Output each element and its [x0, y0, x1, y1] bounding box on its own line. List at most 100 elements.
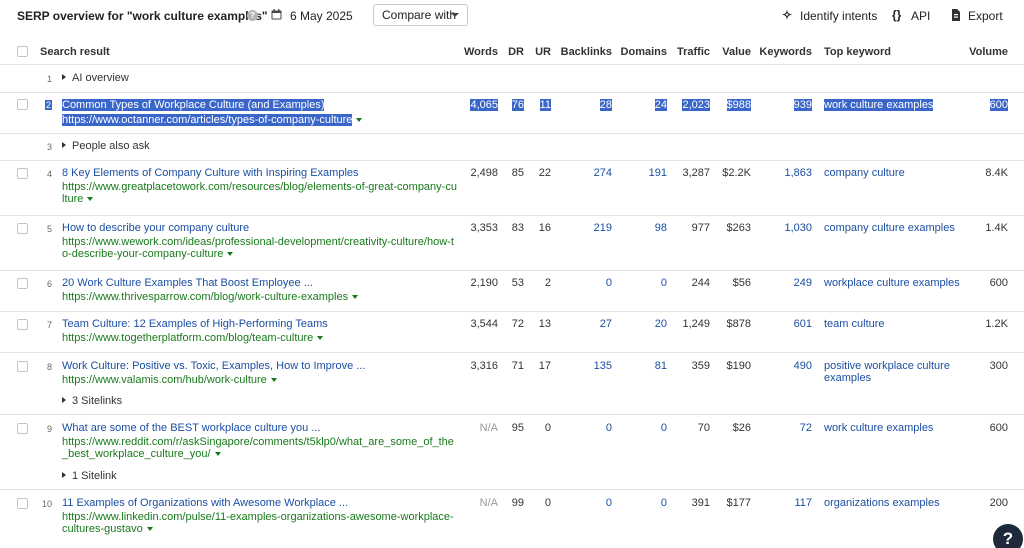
backlinks-link[interactable]: 0: [556, 277, 612, 289]
sitelinks-toggle[interactable]: 3 Sitelinks: [62, 395, 122, 407]
keywords-link[interactable]: 249: [754, 277, 812, 289]
volume-value: 1.4K: [985, 222, 1008, 234]
row-checkbox[interactable]: [17, 423, 28, 434]
url-dropdown-icon[interactable]: [87, 197, 94, 201]
top-keyword-link[interactable]: positive workplace culture examples: [824, 360, 950, 384]
column-traffic[interactable]: Traffic: [668, 46, 710, 58]
domains-link[interactable]: 0: [614, 422, 667, 434]
backlinks-link[interactable]: 28: [599, 99, 612, 111]
domains-link[interactable]: 20: [614, 318, 667, 330]
row-checkbox[interactable]: [17, 498, 28, 509]
url-dropdown-icon[interactable]: [352, 295, 359, 299]
result-url[interactable]: https://www.octanner.com/articles/types-…: [62, 114, 353, 126]
result-title[interactable]: Work Culture: Positive vs. Toxic, Exampl…: [62, 360, 365, 372]
top-keyword-link[interactable]: work culture examples: [824, 422, 933, 434]
top-keyword-link[interactable]: work culture examples: [824, 99, 934, 111]
chevron-down-icon: [451, 13, 459, 17]
result-url[interactable]: https://www.valamis.com/hub/work-culture: [62, 374, 277, 386]
api-icon: {}: [892, 8, 902, 22]
column-value[interactable]: Value: [712, 46, 751, 58]
result-title[interactable]: What are some of the BEST workplace cult…: [62, 422, 320, 434]
top-keyword-link[interactable]: workplace culture examples: [824, 277, 960, 289]
keywords-link[interactable]: 1,030: [754, 222, 812, 234]
traffic-value: 70: [697, 422, 710, 434]
row-checkbox[interactable]: [17, 361, 28, 372]
top-keyword-link[interactable]: company culture: [824, 167, 905, 179]
domains-link[interactable]: 81: [614, 360, 667, 372]
top-keyword-link[interactable]: organizations examples: [824, 497, 940, 509]
column-top-keyword[interactable]: Top keyword: [824, 46, 891, 58]
backlinks-link[interactable]: 219: [556, 222, 612, 234]
result-title[interactable]: Common Types of Workplace Culture (and E…: [62, 99, 325, 111]
sitelinks-toggle[interactable]: 1 Sitelink: [62, 470, 117, 482]
keywords-link[interactable]: 490: [754, 360, 812, 372]
keywords-link[interactable]: 72: [754, 422, 812, 434]
result-url[interactable]: https://www.linkedin.com/pulse/11-exampl…: [62, 511, 454, 535]
result-url[interactable]: https://www.thrivesparrow.com/blog/work-…: [62, 291, 359, 303]
result-url[interactable]: https://www.togetherplatform.com/blog/te…: [62, 332, 324, 344]
url-dropdown-icon[interactable]: [270, 378, 277, 382]
domains-link[interactable]: 24: [654, 99, 667, 111]
top-keyword-link[interactable]: company culture examples: [824, 222, 955, 234]
result-title[interactable]: 11 Examples of Organizations with Awesom…: [62, 497, 348, 509]
backlinks-link[interactable]: 0: [556, 422, 612, 434]
keywords-link[interactable]: 939: [793, 99, 812, 111]
keywords-link[interactable]: 1,863: [754, 167, 812, 179]
row-number: 2: [44, 100, 52, 110]
url-dropdown-icon[interactable]: [317, 336, 324, 340]
value-value: $56: [732, 277, 751, 289]
backlinks-link[interactable]: 274: [556, 167, 612, 179]
url-dropdown-icon[interactable]: [214, 452, 221, 456]
backlinks-link[interactable]: 27: [556, 318, 612, 330]
top-keyword-link[interactable]: team culture: [824, 318, 885, 330]
result-title[interactable]: Team Culture: 12 Examples of High-Perfor…: [62, 318, 328, 330]
table-row: 9 What are some of the BEST workplace cu…: [0, 415, 1024, 490]
result-url[interactable]: https://www.wework.com/ideas/professiona…: [62, 236, 454, 260]
row-checkbox[interactable]: [17, 168, 28, 179]
domains-wrap: 24: [614, 99, 667, 111]
people-also-ask-toggle[interactable]: People also ask: [62, 140, 150, 152]
column-ur[interactable]: UR: [527, 46, 551, 58]
result-title[interactable]: 20 Work Culture Examples That Boost Empl…: [62, 277, 313, 289]
url-dropdown-icon[interactable]: [227, 252, 234, 256]
column-words[interactable]: Words: [450, 46, 498, 58]
api-button[interactable]: API: [911, 9, 930, 23]
identify-intents-button[interactable]: Identify intents: [800, 9, 877, 23]
date-selector[interactable]: 6 May 2025: [290, 9, 353, 23]
compare-with-button[interactable]: Compare with: [373, 4, 468, 26]
domains-link[interactable]: 98: [614, 222, 667, 234]
row-checkbox[interactable]: [17, 319, 28, 330]
backlinks-link[interactable]: 0: [556, 497, 612, 509]
calendar-icon[interactable]: [271, 9, 282, 20]
domains-link[interactable]: 0: [614, 277, 667, 289]
export-button[interactable]: Export: [968, 9, 1003, 23]
help-icon[interactable]: ?: [247, 10, 258, 21]
domains-link[interactable]: 191: [614, 167, 667, 179]
row-checkbox[interactable]: [17, 278, 28, 289]
value-value: $177: [726, 497, 751, 509]
column-dr[interactable]: DR: [500, 46, 524, 58]
keywords-link[interactable]: 601: [754, 318, 812, 330]
row-checkbox[interactable]: [17, 223, 28, 234]
column-backlinks[interactable]: Backlinks: [556, 46, 612, 58]
result-title[interactable]: How to describe your company culture: [62, 222, 249, 234]
column-domains[interactable]: Domains: [614, 46, 667, 58]
row-checkbox[interactable]: [17, 99, 28, 110]
backlinks-link[interactable]: 135: [556, 360, 612, 372]
url-dropdown-icon[interactable]: [356, 118, 363, 122]
result-title[interactable]: 8 Key Elements of Company Culture with I…: [62, 167, 359, 179]
select-all-checkbox[interactable]: [17, 46, 28, 57]
result-url[interactable]: https://www.greatplacetowork.com/resourc…: [62, 181, 457, 205]
domains-link[interactable]: 0: [614, 497, 667, 509]
ai-overview-toggle[interactable]: AI overview: [62, 72, 129, 84]
column-volume[interactable]: Volume: [960, 46, 1008, 58]
url-dropdown-icon[interactable]: [146, 527, 153, 531]
words-value: N/A: [479, 497, 498, 509]
ur-wrap: 11: [527, 99, 551, 111]
help-chat-button[interactable]: ?: [993, 524, 1023, 548]
result-url[interactable]: https://www.reddit.com/r/askSingapore/co…: [62, 436, 454, 460]
column-search-result[interactable]: Search result: [40, 46, 110, 58]
dr-value: 85: [511, 167, 524, 179]
column-keywords[interactable]: Keywords: [754, 46, 812, 58]
keywords-link[interactable]: 117: [754, 497, 812, 509]
